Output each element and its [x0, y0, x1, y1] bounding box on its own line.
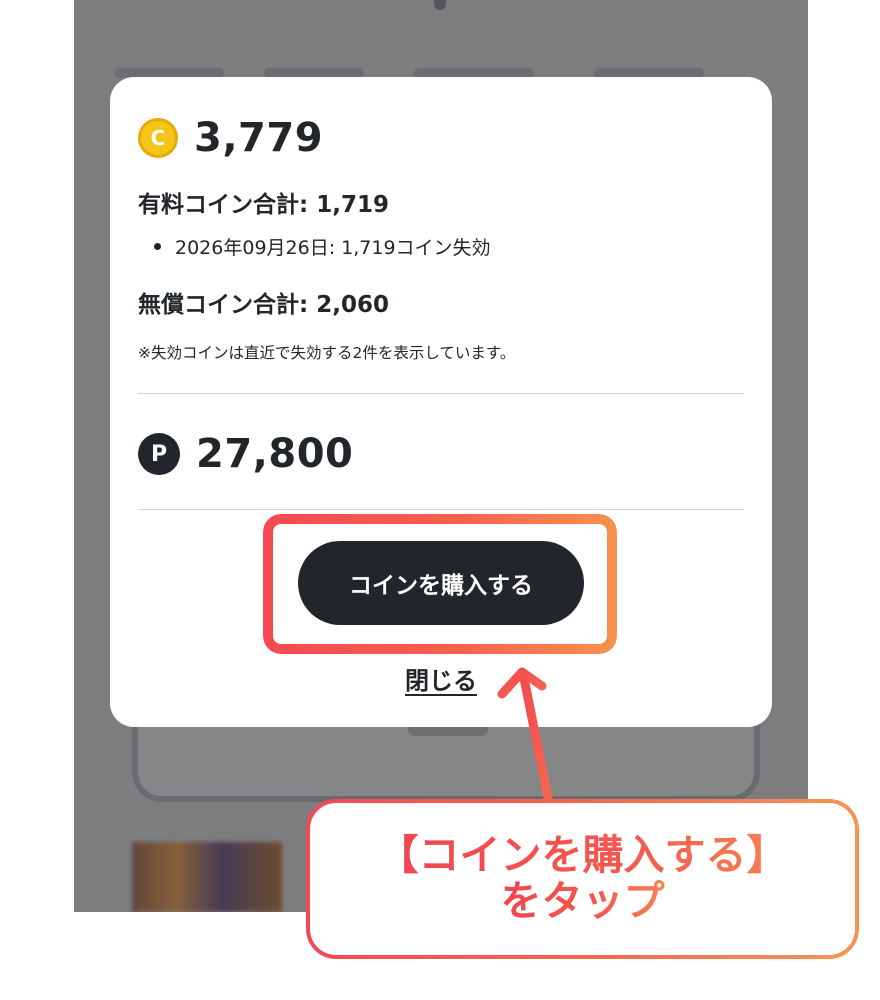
- free-coin-total: 無償コイン合計: 2,060: [138, 292, 389, 318]
- free-coin-row: 無償コイン合計: 2,060: [138, 285, 744, 319]
- coin-total: 3,779: [194, 115, 324, 161]
- coin-balance-row: C 3,779: [138, 115, 744, 161]
- close-link-label[interactable]: 閉じる: [405, 667, 477, 695]
- buy-coins-button[interactable]: コインを購入する: [298, 541, 584, 625]
- coin-icon: C: [138, 118, 178, 158]
- annotation-arrow-icon: [497, 667, 553, 803]
- expiry-text: 2026年09月26日: 1,719コイン失効: [175, 237, 491, 259]
- expiry-note-row: ※失効コインは直近で失効する2件を表示しています。: [138, 341, 744, 363]
- background-notch: [434, 0, 446, 10]
- paid-coin-total: 有料コイン合計: 1,719: [138, 192, 389, 218]
- expiry-note: ※失効コインは直近で失効する2件を表示しています。: [138, 344, 516, 362]
- divider: [138, 393, 744, 394]
- point-total: 27,800: [196, 431, 354, 477]
- expiry-list-item: 2026年09月26日: 1,719コイン失効: [138, 233, 744, 260]
- point-icon: P: [138, 433, 180, 475]
- callout-line-2: をタップ: [500, 877, 665, 925]
- instruction-callout: 【コインを購入する】 をタップ: [306, 799, 859, 959]
- bullet-icon: [154, 243, 161, 250]
- callout-line-1: 【コインを購入する】: [377, 831, 788, 880]
- point-balance-row: P 27,800: [138, 431, 744, 477]
- paid-coin-row: 有料コイン合計: 1,719: [138, 185, 744, 219]
- background-thumbnail: [132, 842, 282, 912]
- divider: [138, 509, 744, 510]
